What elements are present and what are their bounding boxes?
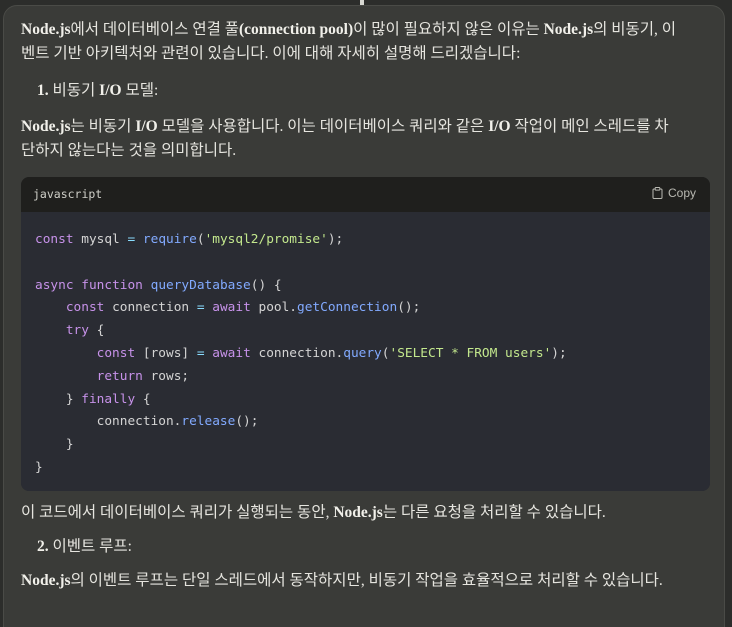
code-token: 'SELECT * FROM users' bbox=[389, 345, 552, 361]
code-token: () { bbox=[250, 277, 282, 293]
code-token: release bbox=[181, 414, 236, 430]
code-token: } bbox=[35, 391, 82, 407]
code-token: 'mysql2/promise' bbox=[204, 232, 328, 247]
section-heading-event-loop: 2. 이벤트 루프: bbox=[37, 535, 132, 559]
heading-text: 모델: bbox=[121, 82, 159, 99]
code-line: } bbox=[35, 457, 696, 480]
code-token: pool. bbox=[250, 300, 298, 316]
copy-code-button[interactable]: Copy bbox=[652, 186, 696, 200]
code-line: try { bbox=[35, 320, 696, 343]
event-loop-text: 의 이벤트 루프는 단일 스레드에서 동작하지만, 비동기 작업을 효율적으로 … bbox=[70, 572, 663, 589]
code-block-header: javascript Copy bbox=[21, 177, 710, 212]
nodejs-term: Node.js bbox=[333, 504, 383, 521]
code-token: return bbox=[96, 368, 143, 384]
code-token: (); bbox=[235, 414, 259, 430]
chat-window: Node.js에서 데이터베이스 연결 풀(connection pool)이 … bbox=[0, 0, 732, 627]
code-line: } bbox=[35, 434, 696, 457]
code-line: const connection = await pool.getConnect… bbox=[35, 297, 696, 320]
nodejs-term: Node.js bbox=[21, 21, 71, 38]
io-term: I/O bbox=[99, 82, 122, 99]
code-token: = bbox=[196, 300, 205, 316]
nodejs-term: Node.js bbox=[543, 21, 594, 38]
code-token: [rows] bbox=[135, 345, 197, 361]
code-token: (); bbox=[397, 300, 421, 316]
intro-text-1: 에서 데이터베이스 연결 풀 bbox=[70, 21, 240, 38]
nodejs-term: Node.js bbox=[21, 572, 71, 589]
async-text-1: 는 비동기 bbox=[70, 118, 136, 135]
async-io-paragraph: Node.js는 비동기 I/O 모델을 사용합니다. 이는 데이터베이스 쿼리… bbox=[21, 115, 681, 163]
code-token: connection. bbox=[250, 345, 344, 361]
code-token: ( bbox=[196, 232, 205, 247]
code-token: ); bbox=[551, 345, 567, 361]
event-loop-paragraph: Node.js의 이벤트 루프는 단일 스레드에서 동작하지만, 비동기 작업을… bbox=[21, 569, 681, 593]
code-token: } bbox=[35, 459, 43, 475]
section-heading-async-io: 1. 비동기 I/O 모델: bbox=[37, 79, 158, 103]
heading-text: 이벤트 루프: bbox=[52, 538, 132, 555]
code-line: } finally { bbox=[35, 389, 696, 412]
code-token: const bbox=[96, 345, 136, 361]
code-token: getConnection bbox=[297, 300, 398, 316]
code-line: connection.release(); bbox=[35, 411, 696, 434]
code-token: queryDatabase bbox=[150, 277, 251, 293]
code-token: try bbox=[65, 323, 89, 339]
code-token: { bbox=[88, 323, 105, 339]
explanation-text-2: 는 다른 요청을 처리할 수 있습니다. bbox=[382, 504, 606, 521]
code-explanation-paragraph: 이 코드에서 데이터베이스 쿼리가 실행되는 동안, Node.js는 다른 요… bbox=[21, 501, 691, 525]
heading-text: 비동기 bbox=[52, 82, 100, 99]
intro-text-2: 이 많이 필요하지 않은 이유는 bbox=[353, 21, 544, 38]
code-token: await bbox=[212, 300, 251, 316]
code-token: rows; bbox=[142, 368, 190, 384]
code-token: = bbox=[196, 345, 205, 361]
code-token: async bbox=[35, 277, 74, 293]
code-token: ); bbox=[327, 232, 344, 247]
code-token: function bbox=[81, 277, 143, 293]
copy-label: Copy bbox=[667, 186, 696, 200]
io-term: I/O bbox=[488, 118, 511, 135]
code-token: require bbox=[142, 232, 197, 247]
code-token: const bbox=[65, 300, 105, 316]
code-line: return rows; bbox=[35, 366, 696, 389]
nodejs-term: Node.js bbox=[21, 118, 71, 135]
code-token: } bbox=[35, 437, 74, 453]
code-line: const mysql = require('mysql2/promise'); bbox=[35, 229, 696, 252]
code-token: connection bbox=[104, 300, 197, 316]
io-term: I/O bbox=[135, 118, 158, 135]
list-number: 2. bbox=[37, 538, 49, 555]
async-text-2: 모델을 사용합니다. 이는 데이터베이스 쿼리와 같은 bbox=[157, 118, 489, 135]
code-line: async function queryDatabase() { bbox=[35, 275, 696, 298]
explanation-text-1: 이 코드에서 데이터베이스 쿼리가 실행되는 동안, bbox=[21, 504, 334, 521]
code-language-label: javascript bbox=[33, 187, 103, 201]
code-content: const mysql = require('mysql2/promise');… bbox=[21, 212, 710, 491]
code-token: finally bbox=[81, 391, 136, 407]
intro-paragraph: Node.js에서 데이터베이스 연결 풀(connection pool)이 … bbox=[21, 18, 681, 66]
list-number: 1. bbox=[37, 82, 49, 99]
code-line: const [rows] = await connection.query('S… bbox=[35, 343, 696, 366]
code-token: connection. bbox=[35, 414, 182, 430]
connection-pool-term: (connection pool) bbox=[239, 21, 354, 38]
code-token: query bbox=[343, 345, 382, 361]
code-token: { bbox=[135, 391, 151, 407]
code-token: mysql bbox=[73, 232, 128, 247]
code-token: const bbox=[35, 232, 74, 247]
code-token: await bbox=[212, 345, 251, 361]
clipboard-icon bbox=[652, 187, 663, 199]
code-block: javascript Copy const mysql = require('m… bbox=[21, 177, 710, 491]
